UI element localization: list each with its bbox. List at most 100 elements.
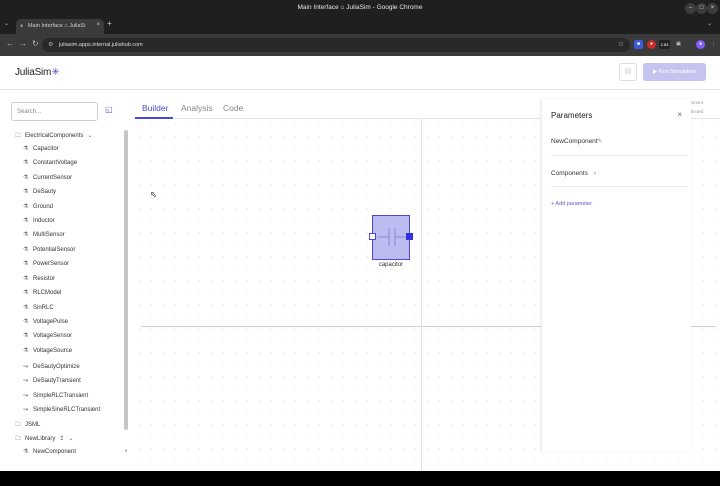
- tree-item-label: PowerSensor: [33, 261, 70, 267]
- edit-pencil-icon[interactable]: ✎: [597, 137, 602, 145]
- tree-item-label: DeSautyTransient: [33, 378, 81, 384]
- tree-item[interactable]: ↝ DeSautyOptimize: [23, 363, 80, 370]
- extensions-puzzle-icon[interactable]: ▣: [674, 40, 683, 49]
- tree-item[interactable]: ⚗ NewComponent: [23, 448, 76, 455]
- tab-close-icon[interactable]: ×: [96, 22, 100, 28]
- maximize-icon[interactable]: □: [696, 3, 707, 14]
- component-icon: ⚗: [23, 290, 29, 296]
- save-button[interactable]: ▤: [619, 63, 637, 81]
- tree-item[interactable]: ⚗ Capacitor: [23, 145, 59, 152]
- component-icon: ⚗: [23, 204, 29, 210]
- component-name: NewComponent: [551, 138, 598, 145]
- tree-folder-electricalcomponents[interactable]: 🗀 ElectricalComponents ⌄: [15, 131, 92, 141]
- component-icon: ⚗: [23, 218, 29, 224]
- new-tab-button[interactable]: +: [107, 19, 112, 28]
- tree-item[interactable]: ⚗ PowerSensor: [23, 260, 69, 267]
- juliasim-logo[interactable]: JuliaSim✳: [15, 67, 60, 78]
- folder-icon: 🗀: [15, 436, 22, 442]
- divider: [551, 186, 687, 187]
- components-section[interactable]: Components ›: [551, 170, 596, 177]
- mouse-cursor-icon: ⬁: [150, 190, 157, 199]
- address-bar[interactable]: ⚙ juliasim.apps.internal.juliahub.com ☆: [42, 38, 630, 52]
- site-info-icon[interactable]: ⚙: [48, 41, 53, 48]
- component-icon: ⚗: [23, 276, 29, 282]
- library-icon[interactable]: ◱: [105, 105, 113, 114]
- search-input[interactable]: Search...: [11, 102, 98, 121]
- tab-search-icon[interactable]: ⌄: [4, 20, 9, 27]
- component-icon: ⚗: [23, 449, 29, 455]
- close-icon[interactable]: ×: [677, 110, 682, 119]
- component-icon: ⚗: [23, 146, 29, 152]
- reload-icon[interactable]: ↻: [32, 39, 39, 48]
- tab-menu-icon[interactable]: ⌄: [707, 20, 712, 27]
- tree-item-label: SinRLC: [33, 305, 54, 311]
- capacitor-port-right[interactable]: [406, 233, 413, 240]
- upload-icon[interactable]: ↥: [59, 436, 64, 442]
- tree-item[interactable]: ⚗ Inductor: [23, 217, 55, 224]
- component-icon: ⚗: [23, 189, 29, 195]
- tree-item[interactable]: ⚗ ConstantVoltage: [23, 159, 77, 166]
- save-icon: ▤: [624, 68, 632, 75]
- close-window-icon[interactable]: ×: [707, 3, 718, 14]
- tree-item[interactable]: ⚗ VoltagePulse: [23, 318, 68, 325]
- component-icon: ⚗: [23, 160, 29, 166]
- tree-folder-jsml[interactable]: 🗀 JSML: [15, 420, 40, 430]
- capacitor-port-left[interactable]: [369, 233, 376, 240]
- browser-tab-label: Main Interface ⌂ JuliaSi: [28, 23, 86, 29]
- component-icon: ⚗: [23, 319, 29, 325]
- bottom-black-bar: [0, 471, 720, 486]
- minimize-icon[interactable]: –: [685, 3, 696, 14]
- chevron-down-icon: ⌄: [68, 436, 74, 442]
- tree-item[interactable]: ↝ DeSautyTransient: [23, 377, 81, 384]
- tab-favicon-icon: ∎: [20, 23, 24, 29]
- tree-folder-newlibrary[interactable]: 🗀 NewLibrary ↥ ⌄: [15, 434, 73, 444]
- tree-item[interactable]: ⚗ SinRLC: [23, 304, 54, 311]
- tree-item[interactable]: ⚗ VoltageSource: [23, 347, 72, 354]
- tree-item[interactable]: ⚗ Resistor: [23, 275, 55, 282]
- tree-item-label: VoltagePulse: [33, 319, 69, 325]
- back-icon[interactable]: ←: [6, 39, 14, 48]
- browser-tabbar: ⌄ ∎ Main Interface ⌂ JuliaSi × + ⌄: [0, 17, 720, 34]
- tab-builder[interactable]: Builder: [142, 103, 168, 113]
- tree-item[interactable]: ⚗ Ground: [23, 203, 53, 210]
- browser-navbar: ← → ↻ ⚙ juliasim.apps.internal.juliahub.…: [0, 34, 720, 56]
- folder-label: JSML: [25, 422, 41, 428]
- extension-badge[interactable]: 2.83: [659, 40, 670, 49]
- tree-item[interactable]: ⚗ VoltageSensor: [23, 332, 72, 339]
- tab-analysis[interactable]: Analysis: [181, 103, 213, 113]
- bookmark-star-icon[interactable]: ☆: [618, 40, 624, 48]
- add-parameter-button[interactable]: + Add parameter: [551, 201, 592, 207]
- tab-code[interactable]: Code: [223, 103, 243, 113]
- scroll-down-icon[interactable]: ▼: [124, 448, 128, 453]
- folder-label: ElectricalComponents: [25, 133, 84, 139]
- chrome-menu-icon[interactable]: ⋮: [709, 40, 718, 49]
- tree-item[interactable]: ⚗ DeSauty: [23, 188, 56, 195]
- tree-item-label: ConstantVoltage: [33, 160, 78, 166]
- run-simulation-button[interactable]: ▶ Run Simulation: [643, 63, 706, 81]
- tree-item-label: DeSautyOptimize: [33, 364, 80, 370]
- tree-item[interactable]: ⚗ PotentialSensor: [23, 246, 75, 253]
- tree-item[interactable]: ↝ SimpleSineRLCTransient: [23, 406, 100, 413]
- tree-item-label: SimpleRLCTransient: [33, 393, 89, 399]
- sidebar-scrollbar[interactable]: [124, 130, 128, 430]
- tree-item[interactable]: ⚗ CurrentSensor: [23, 174, 72, 181]
- divider: [551, 155, 687, 156]
- folder-label: NewLibrary: [25, 436, 56, 442]
- profile-avatar[interactable]: ●: [696, 40, 705, 49]
- tree-item[interactable]: ↝ SimpleRLCTransient: [23, 392, 88, 399]
- tree-item[interactable]: ⚗ MultiSensor: [23, 231, 65, 238]
- tree-item-label: NewComponent: [33, 449, 77, 455]
- tree-item[interactable]: ⚗ RLCModel: [23, 289, 61, 296]
- forward-icon[interactable]: →: [19, 39, 27, 48]
- analysis-chart-icon: ↝: [23, 364, 29, 370]
- capacitor-component[interactable]: [369, 215, 413, 260]
- analysis-chart-icon: ↝: [23, 378, 29, 384]
- extension-red-icon[interactable]: ●: [647, 40, 656, 49]
- component-icon: ⚗: [23, 175, 29, 181]
- browser-tab[interactable]: ∎ Main Interface ⌂ JuliaSi ×: [16, 19, 104, 34]
- tree-item-label: Inductor: [33, 218, 55, 224]
- component-sidebar: Search... ◱ 🗀 ElectricalComponents ⌄ ⚗ Capa…: [0, 90, 133, 471]
- component-icon: ⚗: [23, 333, 29, 339]
- extension-shield-icon[interactable]: ■: [634, 40, 643, 49]
- component-label: capacitor: [378, 262, 404, 268]
